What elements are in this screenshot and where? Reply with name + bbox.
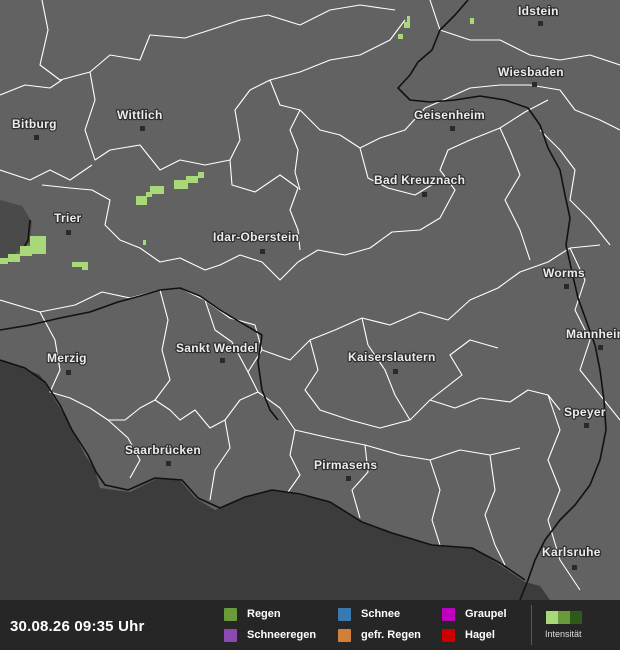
city-dot-idstein: [538, 21, 543, 26]
legend-swatch-schnee: [338, 607, 351, 621]
legend-divider: [531, 605, 532, 645]
city-label-wiesbaden: Wiesbaden: [498, 65, 564, 79]
legend-label-hagel: Hagel: [465, 629, 495, 641]
legend-label-regen: Regen: [247, 608, 281, 620]
city-dot-trier: [66, 230, 71, 235]
legend-item-regen: Regen: [224, 606, 281, 622]
city-label-mannheim: Mannheim: [566, 327, 620, 341]
city-dot-bitburg: [34, 135, 39, 140]
city-dot-karlsruhe: [572, 565, 577, 570]
legend-swatch-regen: [224, 607, 237, 621]
legend-item-graupel: Graupel: [442, 606, 507, 622]
legend-label-gefr-regen: gefr. Regen: [361, 629, 421, 641]
legend-label-schnee: Schnee: [361, 608, 401, 620]
legend-swatch-hagel: [442, 628, 455, 642]
city-label-trier: Trier: [54, 211, 82, 225]
city-dot-wiesbaden: [532, 82, 537, 87]
intensity-step-medium: [558, 611, 570, 624]
city-label-idar-oberstein: Idar-Oberstein: [213, 230, 299, 244]
city-label-sankt-wendel: Sankt Wendel: [176, 341, 258, 355]
legend-swatch-schneeregen: [224, 628, 237, 642]
city-label-bad-kreuznach: Bad Kreuznach: [374, 173, 465, 187]
legend-swatch-gefr-regen: [338, 628, 351, 642]
legend-label-graupel: Graupel: [465, 608, 507, 620]
weather-radar-map[interactable]: Idstein Wiesbaden Bitburg Wittlich Geise…: [0, 0, 620, 650]
city-dot-kaiserslautern: [393, 369, 398, 374]
city-dot-sankt-wendel: [220, 358, 225, 363]
intensity-step-heavy: [570, 611, 582, 624]
city-dot-worms: [564, 284, 569, 289]
city-label-wittlich: Wittlich: [117, 108, 163, 122]
city-label-idstein: Idstein: [518, 4, 559, 18]
intensity-label: Intensität: [545, 629, 582, 639]
intensity-scale: [546, 611, 582, 624]
city-dot-pirmasens: [346, 476, 351, 481]
city-label-speyer: Speyer: [564, 405, 606, 419]
city-label-kaiserslautern: Kaiserslautern: [348, 350, 436, 364]
city-label-worms: Worms: [543, 266, 585, 280]
city-dot-wittlich: [140, 126, 145, 131]
city-dot-idar-oberstein: [260, 249, 265, 254]
timestamp: 30.08.26 09:35 Uhr: [10, 618, 145, 635]
city-dot-merzig: [66, 370, 71, 375]
legend-item-schnee: Schnee: [338, 606, 400, 622]
city-label-merzig: Merzig: [47, 351, 87, 365]
map-canvas[interactable]: Idstein Wiesbaden Bitburg Wittlich Geise…: [0, 0, 620, 650]
intensity-step-light: [546, 611, 558, 624]
city-dot-speyer: [584, 423, 589, 428]
legend-label-schneeregen: Schneeregen: [247, 629, 317, 641]
legend-item-hagel: Hagel: [442, 627, 495, 643]
city-label-geisenheim: Geisenheim: [414, 108, 485, 122]
legend-swatch-graupel: [442, 607, 455, 621]
legend-item-gefr-regen: gefr. Regen: [338, 627, 421, 643]
city-dot-saarbruecken: [166, 461, 171, 466]
city-dot-geisenheim: [450, 126, 455, 131]
legend-item-schneeregen: Schneeregen: [224, 627, 316, 643]
city-label-bitburg: Bitburg: [12, 117, 57, 131]
city-dot-mannheim: [598, 345, 603, 350]
city-label-saarbruecken: Saarbrücken: [125, 443, 201, 457]
city-label-pirmasens: Pirmasens: [314, 458, 377, 472]
city-label-karlsruhe: Karlsruhe: [542, 545, 601, 559]
city-dot-bad-kreuznach: [422, 192, 427, 197]
